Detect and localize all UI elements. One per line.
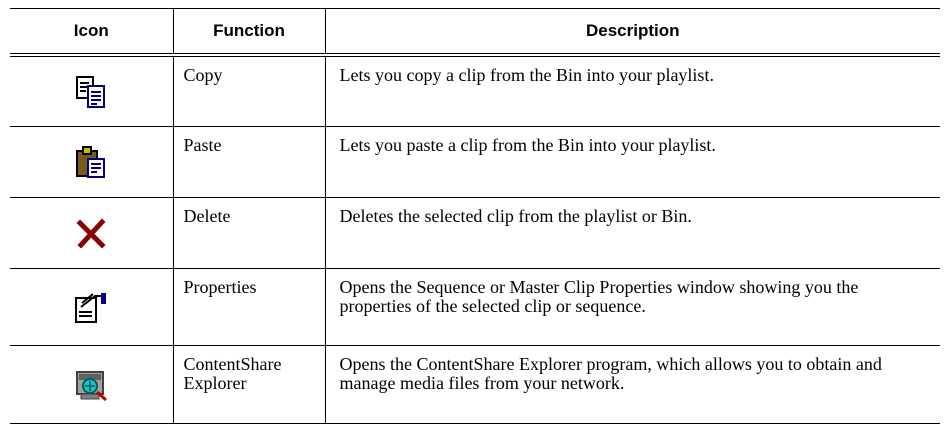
table-row: ContentShare Explorer Opens the ContentS… xyxy=(10,345,940,424)
function-cell: Delete xyxy=(172,197,326,269)
table-row: Paste Lets you paste a clip from the Bin… xyxy=(10,126,940,198)
icon-cell xyxy=(10,345,174,424)
header-description: Description xyxy=(324,8,940,55)
function-cell: ContentShare Explorer xyxy=(172,345,326,424)
copy-icon xyxy=(74,75,108,109)
icon-cell xyxy=(10,197,174,269)
description-cell: Lets you paste a clip from the Bin into … xyxy=(324,126,940,198)
icon-function-table: Icon Function Description Copy Lets you … xyxy=(10,8,940,424)
table-row: Copy Lets you copy a clip from the Bin i… xyxy=(10,54,940,127)
description-cell: Deletes the selected clip from the playl… xyxy=(324,197,940,269)
function-cell: Properties xyxy=(172,268,326,346)
icon-cell xyxy=(10,126,174,198)
description-cell: Lets you copy a clip from the Bin into y… xyxy=(324,54,940,127)
description-cell: Opens the Sequence or Master Clip Proper… xyxy=(324,268,940,346)
contentshare-explorer-icon xyxy=(73,368,109,402)
description-cell: Opens the ContentShare Explorer program,… xyxy=(324,345,940,424)
icon-cell xyxy=(10,54,174,127)
function-cell: Copy xyxy=(172,54,326,127)
function-cell: Paste xyxy=(172,126,326,198)
header-icon: Icon xyxy=(10,8,174,55)
table-row: Delete Deletes the selected clip from th… xyxy=(10,197,940,269)
delete-icon xyxy=(76,218,106,248)
table-row: Properties Opens the Sequence or Master … xyxy=(10,268,940,346)
header-function: Function xyxy=(172,8,326,55)
table-header-row: Icon Function Description xyxy=(10,8,940,55)
icon-cell xyxy=(10,268,174,346)
paste-icon xyxy=(74,145,108,179)
properties-icon xyxy=(73,290,109,324)
